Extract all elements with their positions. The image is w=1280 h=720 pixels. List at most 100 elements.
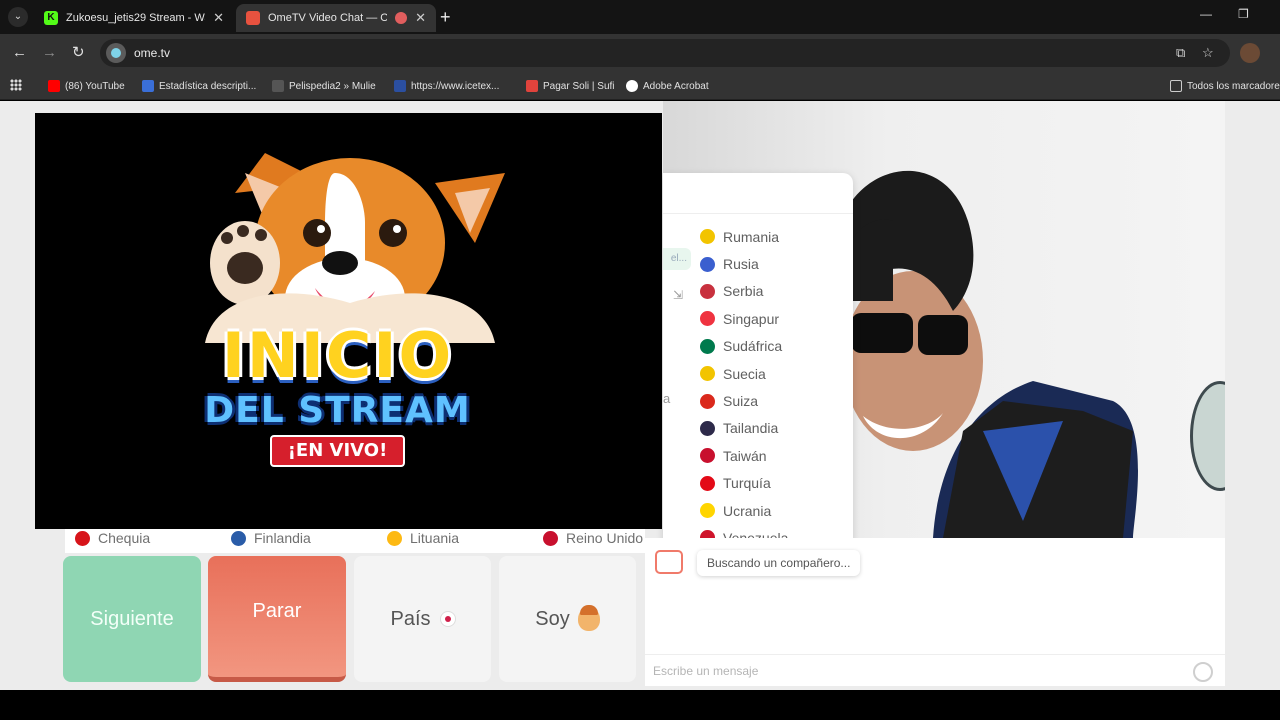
screen: ⌄ K Zukoesu_jetis29 Stream - Wat... ✕ Om…	[0, 0, 1280, 720]
apps-grid-icon[interactable]	[10, 79, 22, 91]
country-option[interactable]: Singapur	[700, 305, 788, 332]
flag-icon	[543, 530, 558, 546]
japan-flag-icon	[440, 612, 455, 626]
country-name: Tailandia	[723, 420, 779, 437]
emoji-picker-icon[interactable]	[1193, 662, 1213, 682]
bookmark-acrobat[interactable]: Adobe Acrobat	[626, 78, 709, 94]
country-name: Finlandia	[254, 530, 311, 546]
country-name: Reino Unido	[566, 530, 644, 546]
profile-avatar[interactable]	[1240, 43, 1260, 63]
cast-icon[interactable]: ⧉	[1176, 45, 1185, 61]
country-name: Lituania	[410, 530, 460, 546]
flag-icon	[700, 393, 715, 409]
country-option[interactable]: Suiza	[700, 387, 788, 414]
country-option[interactable]: Tailandia	[700, 415, 788, 442]
reload-icon[interactable]: ↻	[72, 43, 85, 63]
address-bar[interactable]: ome.tv ⧉ ☆	[100, 39, 1230, 67]
browser-toolbar: ← → ↻ ome.tv ⧉ ☆	[0, 34, 1280, 72]
flag-icon	[700, 475, 715, 491]
country-name: Ucrania	[723, 502, 772, 519]
gender-button[interactable]: Soy	[499, 556, 636, 682]
bookmark-label: Pagar Soli | Sufi	[543, 80, 615, 92]
bookmarks-folder[interactable]: Todos los marcadores	[1170, 78, 1280, 94]
flag-icon	[231, 530, 246, 546]
forward-icon[interactable]: →	[42, 43, 57, 63]
tab-title: Zukoesu_jetis29 Stream - Wat...	[66, 12, 205, 24]
dropdown-selected-fragment: el...	[663, 248, 691, 270]
audio-playing-icon[interactable]	[395, 12, 408, 24]
flag-icon	[700, 338, 715, 354]
country-dropdown: el... ⇲ a Rumania Rusia Serbia Singapur Sudá…	[663, 173, 853, 553]
flag-icon	[75, 530, 90, 546]
country-option[interactable]: Finlandia	[231, 530, 311, 546]
country-option[interactable]: Sudáfrica	[700, 333, 788, 360]
bookmark-label: Adobe Acrobat	[643, 80, 709, 92]
stop-button[interactable]: Parar	[208, 556, 346, 682]
url-text: ome.tv	[134, 46, 171, 60]
flag-icon	[700, 311, 715, 327]
site-info-icon[interactable]	[106, 43, 126, 63]
country-name: Turquía	[723, 475, 771, 492]
bookmark-label: Estadística descripti...	[159, 80, 257, 92]
close-tab-icon[interactable]: ✕	[213, 10, 224, 26]
bookmark-pagar[interactable]: Pagar Soli | Sufi	[526, 78, 615, 94]
country-option[interactable]: Rumania	[700, 223, 788, 250]
doc-icon	[142, 80, 154, 92]
live-badge: ¡EN VIVO!	[269, 435, 406, 467]
bookmark-pelispedia[interactable]: Pelispedia2 » Mulie	[272, 78, 376, 94]
country-name: Chequia	[98, 530, 151, 546]
flag-icon	[700, 448, 715, 464]
country-label: País	[390, 607, 431, 630]
country-option[interactable]: Taiwán	[700, 442, 788, 469]
tab-kick-stream[interactable]: K Zukoesu_jetis29 Stream - Wat... ✕	[34, 4, 234, 32]
country-option[interactable]: Suecia	[700, 360, 788, 387]
bank-icon	[526, 80, 538, 92]
country-option[interactable]: Ucrania	[700, 497, 788, 524]
next-button[interactable]: Siguiente	[63, 556, 201, 682]
tab-title: OmeTV Video Chat — Ome	[268, 12, 388, 24]
icetex-icon	[394, 80, 406, 92]
country-option[interactable]: Turquía	[700, 470, 788, 497]
restore-icon[interactable]: ❐	[1238, 7, 1249, 21]
new-tab-button[interactable]: +	[440, 7, 451, 27]
country-option[interactable]: Reino Unido	[543, 530, 643, 546]
flag-icon	[700, 420, 715, 436]
message-input[interactable]	[653, 661, 1183, 681]
bookmark-youtube[interactable]: (86) YouTube	[48, 78, 125, 94]
ometv-logo-icon	[655, 550, 683, 574]
acrobat-icon	[626, 80, 638, 92]
country-name: Rusia	[723, 256, 759, 273]
page-icon	[272, 80, 284, 92]
country-option[interactable]: Serbia	[700, 278, 788, 305]
flag-icon	[700, 229, 715, 245]
flag-icon	[700, 366, 715, 382]
bookmark-estadistica[interactable]: Estadística descripti...	[142, 78, 256, 94]
dropdown-divider	[663, 213, 853, 214]
ometv-favicon-icon	[246, 11, 260, 25]
tab-search-chevron-icon[interactable]: ⌄	[8, 7, 28, 27]
dropdown-text-fragment: a	[663, 391, 671, 406]
country-option[interactable]: Rusia	[700, 250, 788, 277]
folder-icon	[1170, 80, 1182, 92]
back-icon[interactable]: ←	[12, 43, 27, 63]
bookmark-label: Pelispedia2 » Mulie	[289, 80, 376, 92]
title-line-2: DEL STREAM	[204, 390, 471, 431]
close-tab-icon[interactable]: ✕	[415, 10, 426, 26]
chat-panel: Buscando un compañero...	[645, 538, 1225, 686]
bookmark-icetex[interactable]: https://www.icetex...	[394, 78, 499, 94]
kick-favicon-icon: K	[44, 11, 58, 25]
country-name: Serbia	[723, 283, 764, 300]
bookmark-label: https://www.icetex...	[411, 80, 500, 92]
stop-label: Parar	[252, 600, 302, 622]
tab-ometv[interactable]: OmeTV Video Chat — Ome ✕	[236, 4, 436, 32]
country-name: Suiza	[723, 393, 759, 410]
title-line-1: INICIO	[221, 319, 454, 392]
country-option[interactable]: Lituania	[387, 530, 459, 546]
minimize-icon[interactable]: —	[1200, 7, 1212, 21]
country-name: Sudáfrica	[723, 338, 783, 355]
bookmark-star-icon[interactable]: ☆	[1202, 45, 1214, 61]
country-button[interactable]: País	[354, 556, 491, 682]
stream-title: INICIO DEL STREAM ¡EN VIVO!	[190, 323, 485, 467]
country-option[interactable]: Chequia	[75, 530, 150, 546]
bookmark-label: Todos los marcadores	[1187, 80, 1280, 92]
